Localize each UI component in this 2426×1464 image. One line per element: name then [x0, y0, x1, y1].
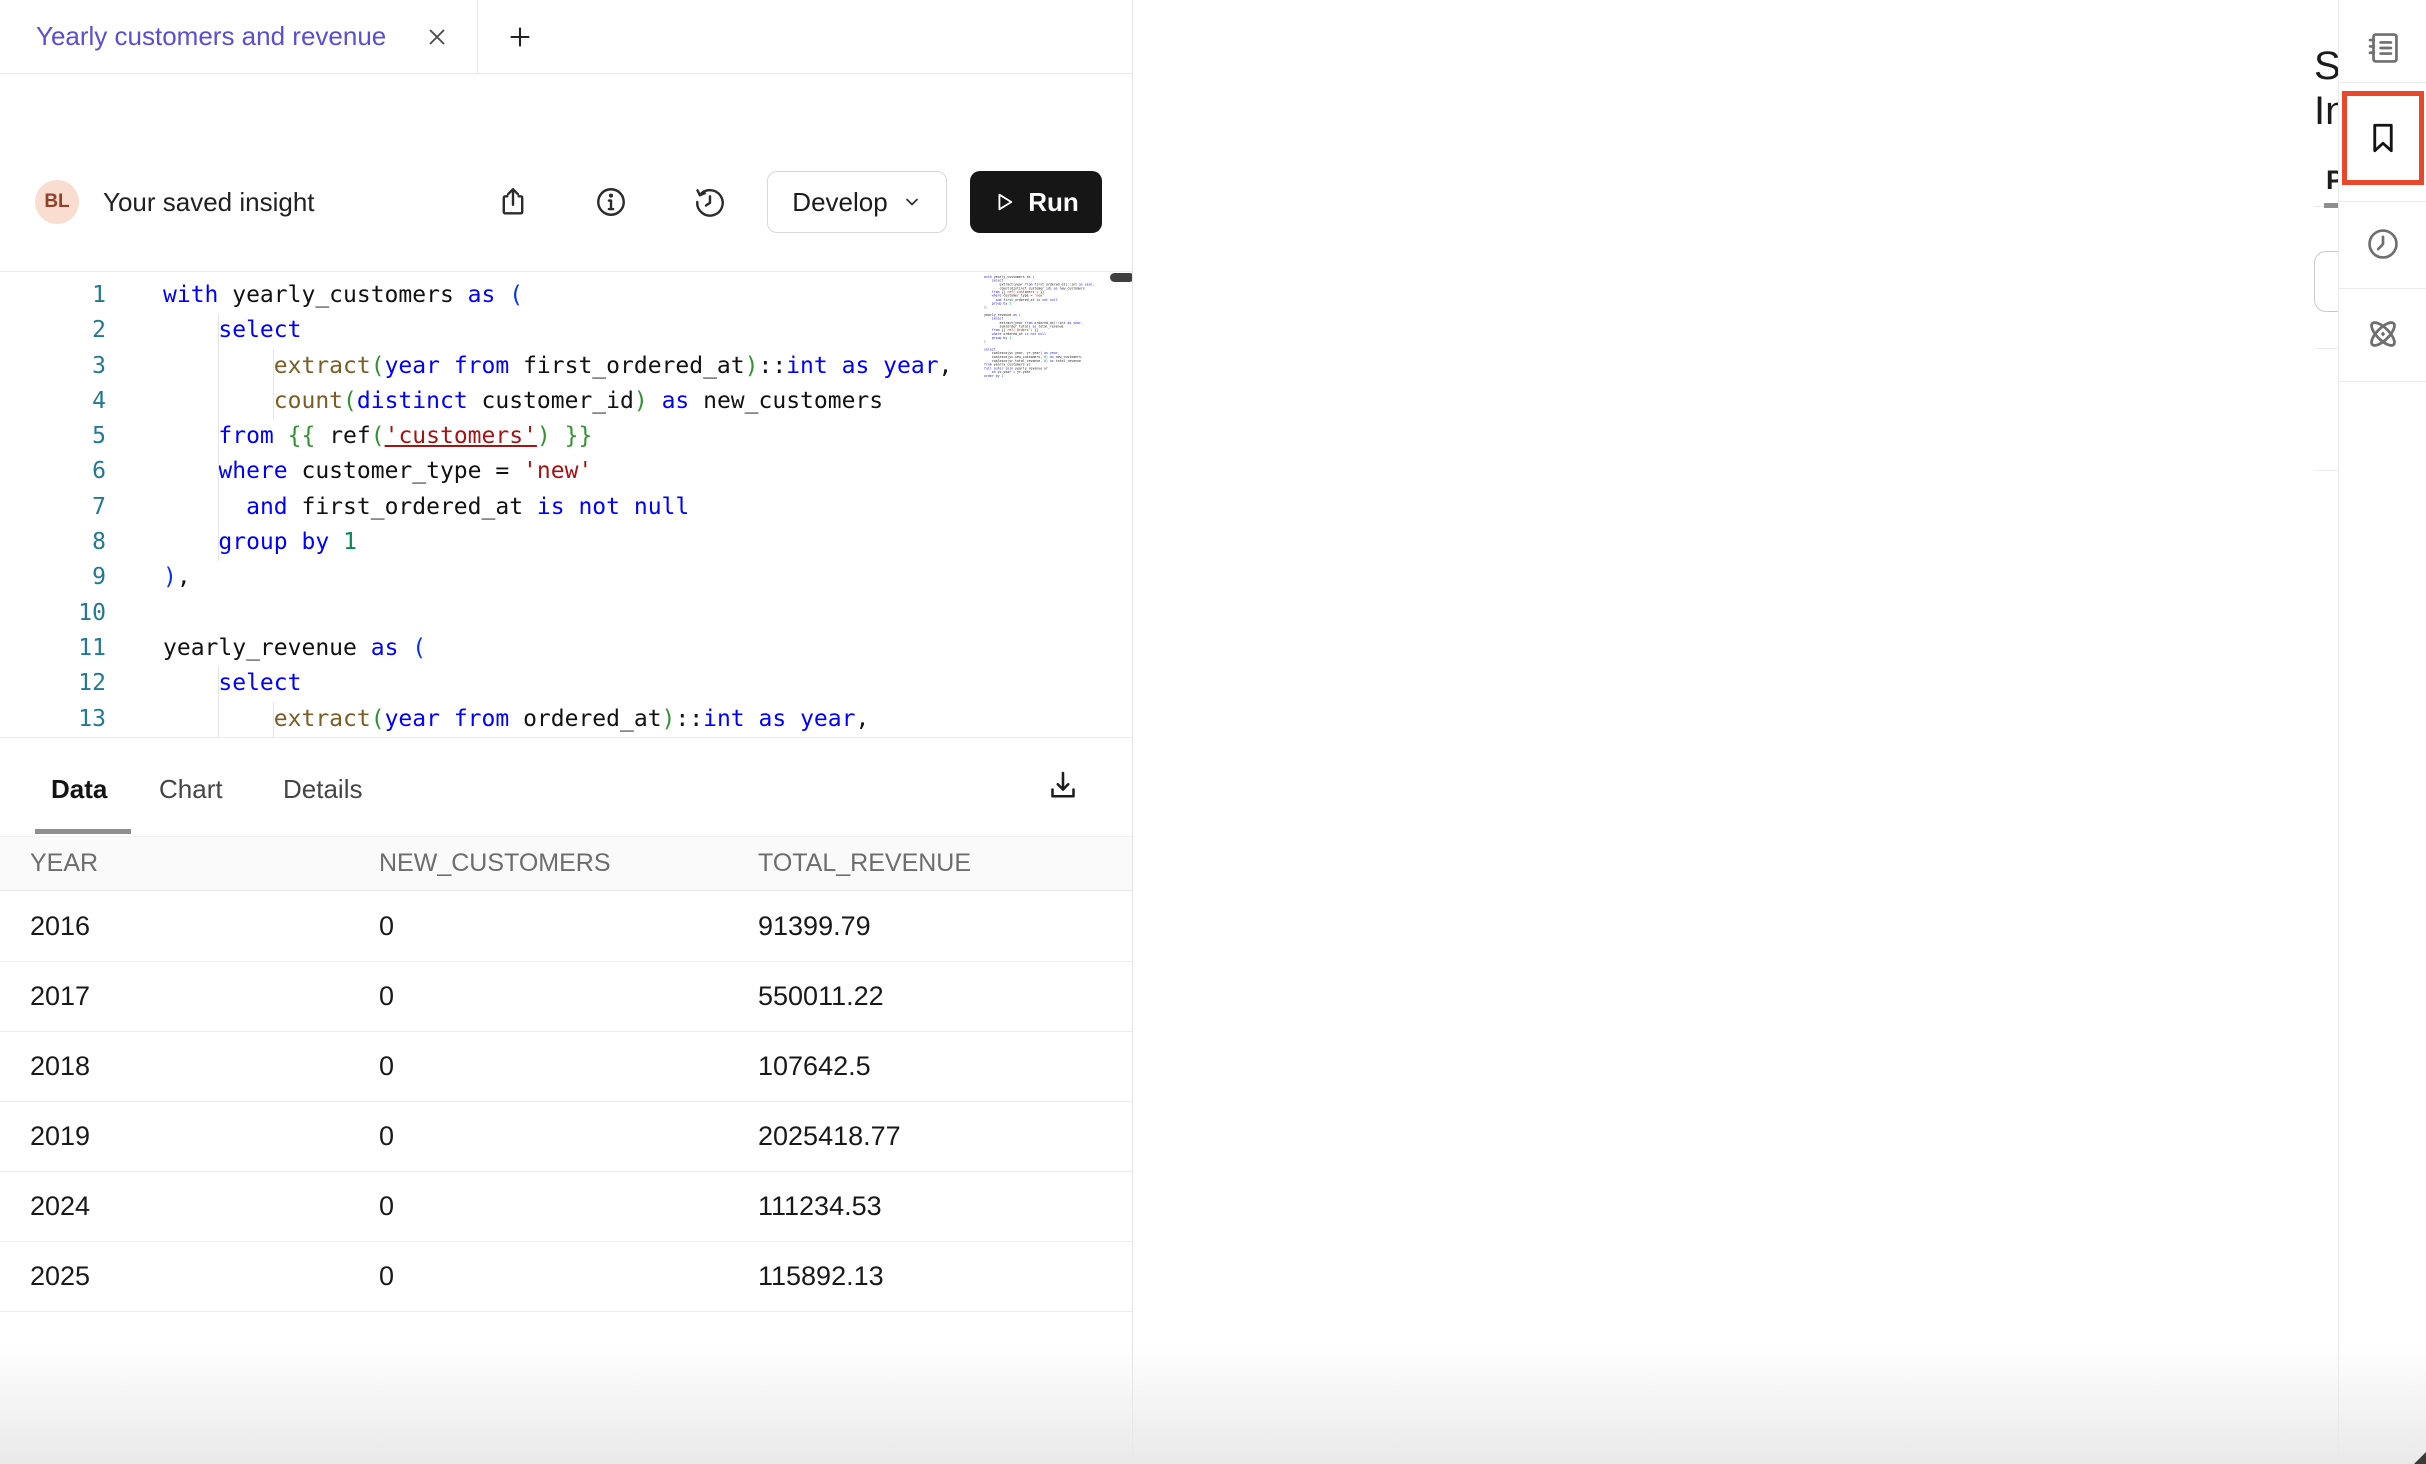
code-line: 4 count(distinct customer_id) as new_cus…	[0, 384, 1132, 419]
download-results-button[interactable]	[1040, 762, 1086, 808]
indent-guide	[218, 666, 219, 737]
right-icon-rail	[2338, 0, 2426, 1464]
table-cell: 2019	[0, 1121, 379, 1152]
new-tab-button[interactable]	[506, 23, 534, 51]
code-line: 8 group by 1	[0, 525, 1132, 560]
code-line: 12 select	[0, 666, 1132, 701]
saved-insights-panel: Saved Insights Personal Shared with me Y…	[1133, 0, 2338, 1464]
results-table-header: YEAR NEW_CUSTOMERS TOTAL_REVENUE	[0, 836, 1132, 891]
code-line: 2 select	[0, 313, 1132, 348]
column-header-year: YEAR	[0, 849, 379, 878]
indent-guide	[273, 702, 274, 737]
table-row[interactable]: 2016091399.79	[0, 892, 1132, 962]
status-row: Query completed in 4s Environment: PROD …	[0, 183, 1132, 271]
bookmark-icon	[2365, 120, 2401, 156]
table-cell: 107642.5	[758, 1051, 1132, 1082]
saved-insights-button[interactable]	[2339, 118, 2426, 158]
table-cell: 2017	[0, 981, 379, 1012]
explore-icon	[2363, 314, 2403, 354]
table-cell: 0	[379, 1261, 758, 1292]
resize-corner	[2414, 1452, 2426, 1464]
results-table-body: 2016091399.7920170550011.2220180107642.5…	[0, 892, 1132, 1312]
rail-divider	[2339, 288, 2426, 289]
rail-divider	[2339, 82, 2426, 83]
table-row[interactable]: 201902025418.77	[0, 1102, 1132, 1172]
table-row[interactable]: 20250115892.13	[0, 1242, 1132, 1312]
code-line: 1with yearly_customers as (	[0, 278, 1132, 313]
table-cell: 550011.22	[758, 981, 1132, 1012]
table-row[interactable]: 20240111234.53	[0, 1172, 1132, 1242]
notebook-icon	[2364, 29, 2402, 67]
download-icon	[1045, 767, 1081, 803]
table-cell: 2016	[0, 911, 379, 942]
code-lines: 1with yearly_customers as (2 select3 ext…	[0, 272, 1132, 737]
indent-guide	[218, 314, 219, 561]
indent-guide	[273, 349, 274, 420]
table-cell: 0	[379, 1121, 758, 1152]
code-line: 9),	[0, 560, 1132, 595]
code-line: 7 and first_ordered_at is not null	[0, 490, 1132, 525]
history-panel-button[interactable]	[2339, 224, 2426, 264]
close-tab-icon[interactable]	[425, 25, 449, 49]
table-row[interactable]: 20170550011.22	[0, 962, 1132, 1032]
table-cell: 0	[379, 1051, 758, 1082]
table-cell: 2025	[0, 1261, 379, 1292]
code-line: 6 where customer_type = 'new'	[0, 454, 1132, 489]
active-tab-underline	[35, 829, 131, 834]
table-row[interactable]: 20180107642.5	[0, 1032, 1132, 1102]
sql-code-editor[interactable]: 1with yearly_customers as (2 select3 ext…	[0, 271, 1132, 737]
column-header-new-customers: NEW_CUSTOMERS	[379, 849, 758, 878]
explore-panel-button[interactable]	[2339, 314, 2426, 354]
code-line: 5 from {{ ref('customers') }}	[0, 419, 1132, 454]
editor-minimap[interactable]: with yearly_customers as ( select extrac…	[984, 275, 1108, 715]
table-cell: 2025418.77	[758, 1121, 1132, 1152]
tab-details[interactable]: Details	[283, 774, 362, 805]
tab-chart[interactable]: Chart	[159, 774, 223, 805]
column-header-total-revenue: TOTAL_REVENUE	[758, 849, 1132, 878]
code-line: 10	[0, 596, 1132, 631]
table-cell: 2018	[0, 1051, 379, 1082]
results-tab-bar: Data Chart Details	[0, 737, 1132, 836]
table-cell: 111234.53	[758, 1191, 1132, 1222]
tab-title: Yearly customers and revenue	[36, 21, 425, 52]
table-cell: 0	[379, 1191, 758, 1222]
tab-data[interactable]: Data	[51, 774, 107, 805]
code-line: 11yearly_revenue as (	[0, 631, 1132, 666]
table-cell: 115892.13	[758, 1261, 1132, 1292]
code-line: 3 extract(year from first_ordered_at)::i…	[0, 349, 1132, 384]
rail-divider	[2339, 201, 2426, 202]
table-cell: 0	[379, 981, 758, 1012]
notebook-panel-button[interactable]	[2339, 28, 2426, 68]
editor-scrollbar-thumb[interactable]	[1110, 273, 1132, 282]
app-window: Yearly customers and revenue BL Your sav…	[0, 0, 2426, 1464]
code-line: 13 extract(year from ordered_at)::int as…	[0, 702, 1132, 737]
insight-toolbar: BL Your saved insight Develop Run	[0, 74, 1132, 183]
table-cell: 0	[379, 911, 758, 942]
query-editor-panel: Yearly customers and revenue BL Your sav…	[0, 0, 1133, 1464]
clock-icon	[2364, 225, 2402, 263]
rail-divider	[2339, 381, 2426, 382]
table-cell: 2024	[0, 1191, 379, 1222]
tab-bar: Yearly customers and revenue	[0, 0, 1132, 74]
tab-yearly-customers-and-revenue[interactable]: Yearly customers and revenue	[0, 0, 478, 73]
table-cell: 91399.79	[758, 911, 1132, 942]
